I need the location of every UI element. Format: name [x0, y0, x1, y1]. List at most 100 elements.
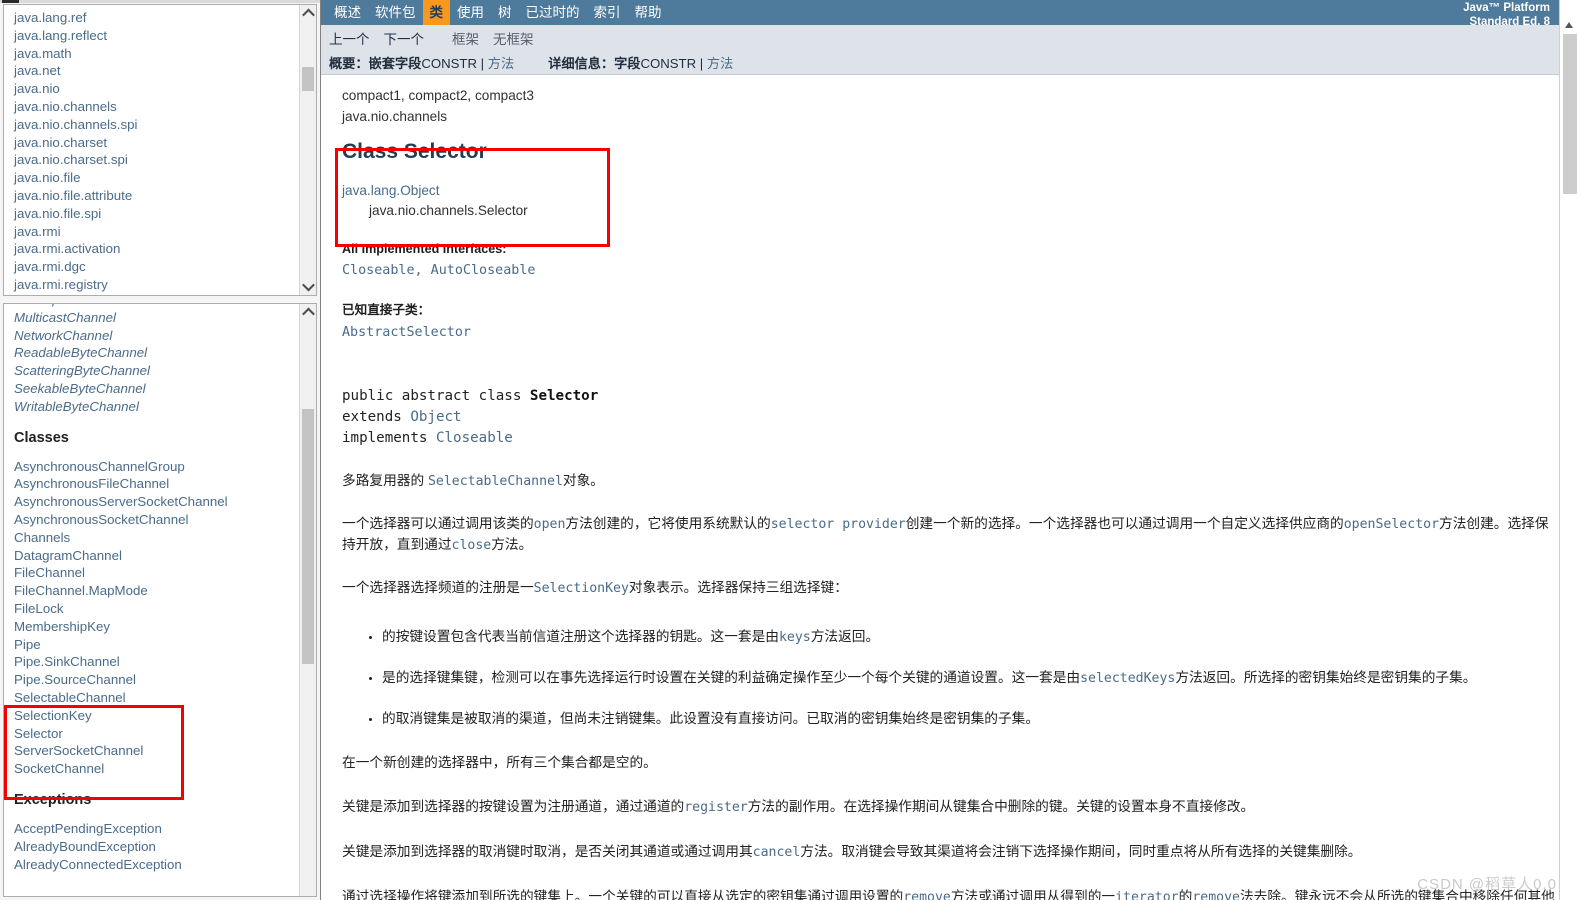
brand-line-1: Java™ Platform [1463, 2, 1550, 14]
p2-text-b: 方法创建的，它将使用系统默认的 [565, 516, 771, 531]
class-list-scroll-area: InterruptibleChannelMulticastChannelNetw… [4, 304, 299, 896]
implemented-interfaces-values[interactable]: Closeable, AutoCloseable [342, 263, 1560, 278]
scroll-up-icon[interactable] [300, 304, 316, 321]
package-link[interactable]: java.nio.charset.spi [14, 151, 299, 169]
class-link[interactable]: Channels [14, 529, 299, 547]
package-link[interactable]: java.nio.file [14, 169, 299, 187]
package-list-frame: java.lang.ref java.lang.reflect java.math j… [3, 4, 317, 296]
description-paragraph-4: 在一个新创建的选择器中，所有三个集合都是空的。 [342, 755, 657, 770]
summary-method-link[interactable]: 方法 [488, 56, 514, 71]
summary-pipe: | [477, 55, 488, 71]
decl-interface[interactable]: Closeable [436, 430, 513, 446]
exception-link[interactable]: AlreadyConnectedException [14, 856, 299, 874]
class-link[interactable]: FileChannel.MapMode [14, 582, 299, 600]
top-nav-item-active[interactable]: 类 [422, 0, 450, 25]
interface-link[interactable]: ReadableByteChannel [14, 344, 299, 362]
prev-class-link[interactable]: 上一个 [329, 28, 384, 48]
class-link[interactable]: FileLock [14, 600, 299, 618]
class-link[interactable]: MembershipKey [14, 618, 299, 636]
p2-code-selector-provider[interactable]: selector provider [771, 517, 906, 532]
package-link[interactable]: java.rmi.registry [14, 276, 299, 294]
interface-link[interactable]: WritableByteChannel [14, 398, 299, 416]
package-link[interactable]: java.nio.channels.spi [14, 116, 299, 134]
interface-link[interactable]: SeekableByteChannel [14, 380, 299, 398]
package-link[interactable]: java.nio.file.attribute [14, 187, 299, 205]
scroll-up-icon[interactable] [300, 5, 316, 22]
package-link[interactable]: java.lang.ref [14, 9, 299, 27]
class-link[interactable]: Pipe.SourceChannel [14, 671, 299, 689]
class-link[interactable]: Pipe [14, 636, 299, 654]
summary-segment: 概要：嵌套字段CONSTR | 方法 [329, 53, 514, 72]
package-link[interactable]: java.math [14, 45, 299, 63]
top-nav-item[interactable]: 概述 [327, 0, 368, 25]
scroll-up-icon[interactable] [1565, 22, 1573, 28]
interface-link[interactable]: MulticastChannel [14, 309, 299, 327]
class-link[interactable]: DatagramChannel [14, 547, 299, 565]
package-link[interactable]: java.rmi.dgc [14, 258, 299, 276]
class-link[interactable]: AsynchronousFileChannel [14, 475, 299, 493]
p6-text-a: 关键是添加到选择器的取消键时取消，是否关闭其通道或通过调用其 [342, 844, 753, 859]
b3-text: 的取消键集是被取消的渠道，但尚未注销键集。此设置没有直接访问。已取消的密钥集始终… [382, 711, 1040, 726]
interface-link[interactable]: NetworkChannel [14, 327, 299, 345]
no-frames-link[interactable]: 无框架 [493, 28, 548, 48]
scrollbar-thumb[interactable] [1563, 34, 1577, 194]
p7-code-iterator[interactable]: iterator [1115, 890, 1179, 900]
exception-link[interactable]: AcceptPendingException [14, 820, 299, 838]
top-nav-item[interactable]: 树 [491, 0, 519, 25]
package-link[interactable]: java.net [14, 62, 299, 80]
top-nav-item[interactable]: 使用 [450, 0, 491, 25]
decl-implements-kw: implements [342, 430, 436, 446]
description-paragraph-5: 关键是添加到选择器的按键设置为注册通道，通过通道的register方法的副作用。… [342, 773, 1557, 818]
package-link[interactable]: java.nio [14, 80, 299, 98]
class-list-scrollbar[interactable] [299, 304, 316, 896]
package-link[interactable]: java.nio.channels [14, 98, 299, 116]
p2-code-close[interactable]: close [452, 538, 492, 553]
top-nav-items: 概述 软件包类使用树已过时的 索引 帮助 [327, 0, 669, 25]
class-link[interactable]: AsynchronousSocketChannel [14, 511, 299, 529]
top-nav-item[interactable]: 已过时的 [519, 0, 587, 25]
class-link[interactable]: AsynchronousChannelGroup [14, 458, 299, 476]
highlight-box-class-title [335, 148, 610, 247]
scrollbar-thumb[interactable] [302, 67, 314, 91]
package-list-scrollbar[interactable] [299, 5, 316, 295]
p6-text-b: 方法。取消键会导致其渠道将会注销下选择操作期间，同时重点将从所有选择的关键集删除… [800, 844, 1362, 859]
package-link[interactable]: java.nio.charset [14, 134, 299, 152]
decl-superclass[interactable]: Object [410, 409, 461, 425]
package-link[interactable]: java.rmi [14, 223, 299, 241]
package-name[interactable]: java.nio.channels [342, 109, 447, 124]
p7-code-remove-2[interactable]: remove [1192, 890, 1240, 900]
package-link[interactable]: java.rmi.activation [14, 240, 299, 258]
class-link[interactable]: Pipe.SinkChannel [14, 653, 299, 671]
interface-link[interactable]: ScatteringByteChannel [14, 362, 299, 380]
exception-link[interactable]: AlreadyBoundException [14, 838, 299, 856]
top-nav-item[interactable]: 软件包 [368, 0, 423, 25]
package-link[interactable]: java.nio.file.spi [14, 205, 299, 223]
summary-label: 概要： [329, 55, 369, 71]
p7-code-remove-1[interactable]: remove [903, 890, 951, 900]
p2-code-open[interactable]: open [534, 517, 566, 532]
class-link[interactable]: FileChannel [14, 564, 299, 582]
scrollbar-thumb[interactable] [302, 409, 314, 664]
summary-detail-bar: 概要：嵌套字段CONSTR | 方法 详细信息：字段CONSTR | 方法 [321, 50, 1560, 75]
top-nav-item[interactable]: 索引 [587, 0, 628, 25]
p3-code-selectionkey[interactable]: SelectionKey [534, 581, 629, 596]
main-scrollbar[interactable] [1559, 0, 1579, 900]
highlight-box-classes [4, 705, 184, 800]
known-subclasses-values[interactable]: AbstractSelector [342, 325, 1560, 340]
package-link[interactable]: java.lang.reflect [14, 27, 299, 45]
scroll-down-icon[interactable] [300, 278, 316, 295]
p2-code-openselector[interactable]: openSelector [1344, 517, 1439, 532]
p5-code-register[interactable]: register [684, 800, 748, 815]
class-link[interactable]: AsynchronousServerSocketChannel [14, 493, 299, 511]
b2-code-selectedkeys[interactable]: selectedKeys [1080, 671, 1175, 686]
p1-code-selectablechannel[interactable]: SelectableChannel [428, 474, 563, 489]
description-paragraph-7: 通过选择操作将键添加到所选的键集上。一个关键的可以直接从选定的密钥集通过调用设置… [342, 863, 1557, 900]
p7-text-c: 的 [1178, 889, 1193, 900]
profiles-text[interactable]: compact1, compact2, compact3 [342, 88, 534, 103]
next-class-link[interactable]: 下一个 [384, 28, 439, 48]
detail-method-link[interactable]: 方法 [707, 56, 733, 71]
frames-link[interactable]: 框架 [452, 28, 493, 48]
b1-code-keys[interactable]: keys [779, 630, 811, 645]
top-nav-item[interactable]: 帮助 [628, 0, 669, 25]
p6-code-cancel[interactable]: cancel [753, 845, 801, 860]
